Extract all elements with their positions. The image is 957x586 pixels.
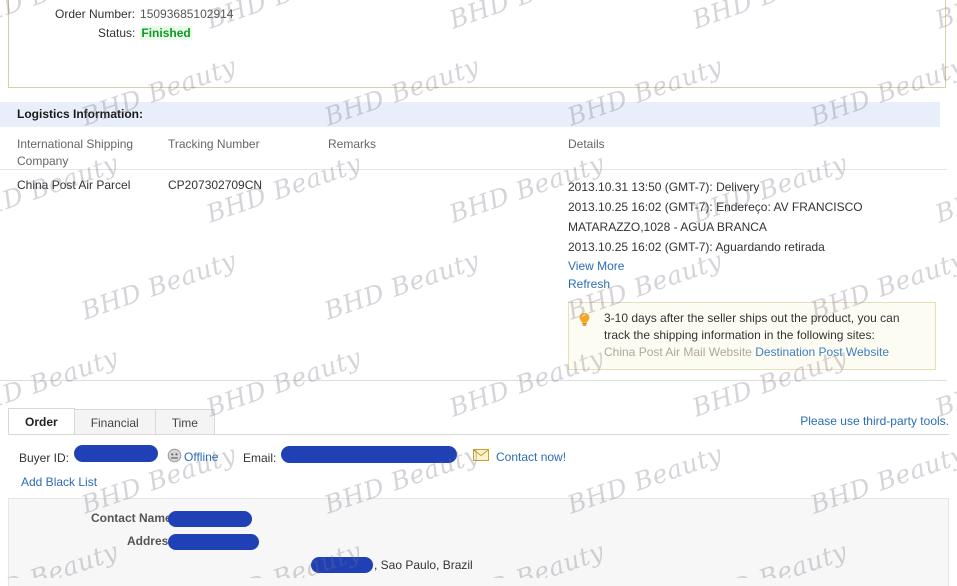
cell-tracking-number: CP207302709CN xyxy=(168,178,263,192)
email-label: Email: xyxy=(243,451,277,465)
tab-financial[interactable]: Financial xyxy=(73,409,156,435)
column-header-remarks: Remarks xyxy=(328,137,377,151)
logistics-panel: Logistics Information: International Shi… xyxy=(0,102,947,381)
order-number-row: Order Number: 15093685102914 xyxy=(55,7,233,21)
tracking-tip-box: 3-10 days after the seller ships out the… xyxy=(568,302,936,370)
column-header-details: Details xyxy=(568,137,605,151)
offline-face-icon xyxy=(167,448,182,466)
order-status-row: Status: Finished xyxy=(98,26,192,40)
order-status-label: Status: xyxy=(98,26,136,40)
tracking-tip-text: 3-10 days after the seller ships out the… xyxy=(604,310,927,361)
tracking-event-line: 2013.10.25 16:02 (GMT-7): Aguardando ret… xyxy=(568,240,825,254)
address-redacted-value xyxy=(168,534,259,550)
refresh-link[interactable]: Refresh xyxy=(568,275,943,293)
buyer-id-label: Buyer ID: xyxy=(19,451,70,465)
third-party-tools-note[interactable]: Please use third-party tools. xyxy=(800,414,949,428)
tab-order[interactable]: Order xyxy=(8,408,75,435)
email-redacted-value xyxy=(281,446,457,463)
buyer-online-status[interactable]: Offline xyxy=(167,448,218,466)
buyer-id-redacted-value xyxy=(74,445,158,462)
add-black-list-link[interactable]: Add Black List xyxy=(21,475,97,489)
view-more-link[interactable]: View More xyxy=(568,257,943,275)
column-header-shipping-company: International Shipping Company xyxy=(17,137,134,168)
china-post-air-mail-website-link[interactable]: China Post Air Mail Website xyxy=(604,345,752,359)
tab-time[interactable]: Time xyxy=(154,409,215,435)
order-number-label: Order Number: xyxy=(55,7,136,21)
cell-details: 2013.10.31 13:50 (GMT-7): Delivery 2013.… xyxy=(568,177,943,370)
cell-shipping-company: China Post Air Parcel xyxy=(17,178,131,192)
envelope-icon xyxy=(473,449,489,464)
contact-now-button[interactable]: Contact now! xyxy=(473,449,566,464)
order-summary-box: Order Number: 15093685102914 Status: Finis… xyxy=(8,0,946,88)
order-number-value: 15093685102914 xyxy=(140,7,234,21)
address-line2-redacted-value xyxy=(311,557,373,573)
contact-name-redacted-value xyxy=(168,511,252,527)
tip-body-text: 3-10 days after the seller ships out the… xyxy=(604,311,900,342)
logistics-table-header-row: International Shipping Company Tracking … xyxy=(0,127,947,170)
contact-name-label: Contact Name : xyxy=(90,511,179,525)
table-row: China Post Air Parcel CP207302709CN 2013… xyxy=(0,170,947,380)
offline-label: Offline xyxy=(184,450,219,464)
logistics-section-title: Logistics Information: xyxy=(0,102,940,127)
lightbulb-icon xyxy=(578,312,591,327)
destination-post-website-link[interactable]: Destination Post Website xyxy=(755,345,889,359)
address-city-country: , Sao Paulo, Brazil xyxy=(374,558,473,572)
tab-list: Order Financial Time xyxy=(8,408,215,435)
tracking-event-line: 2013.10.25 16:02 (GMT-7): Endereço: AV F… xyxy=(568,200,863,234)
tracking-event-line: 2013.10.31 13:50 (GMT-7): Delivery xyxy=(568,180,760,194)
column-header-tracking-number: Tracking Number xyxy=(168,137,260,151)
status-badge: Finished xyxy=(140,26,192,40)
tab-bar-divider xyxy=(8,434,949,435)
contact-now-label: Contact now! xyxy=(496,449,567,464)
tab-bar: Order Financial Time Please use third-pa… xyxy=(0,408,957,435)
contact-details-panel: Contact Name : Address: xyxy=(8,498,949,586)
address-label: Address: xyxy=(126,534,179,548)
logistics-table: International Shipping Company Tracking … xyxy=(0,127,947,380)
